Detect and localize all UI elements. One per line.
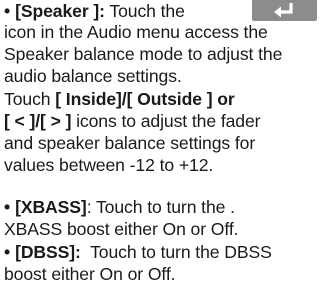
speaker-text-line-2: icon in the Audio menu access the <box>4 22 268 42</box>
fader-text: icons to adjust the fader <box>71 111 261 131</box>
dbss-label: [DBSS]: <box>15 242 81 262</box>
bullet: • <box>4 242 11 262</box>
fader-line-2: [ < ]/[ > ] icons to adjust the fader <box>4 110 261 132</box>
speaker-text-line-3: Speaker balance mode to adjust the <box>4 44 283 64</box>
dbss-item: • [DBSS]: Touch to turn the DBSS <box>4 241 272 263</box>
instruction-document: • [Speaker ]: Touch the icon in the Audio… <box>0 0 332 289</box>
inside-outside-buttons: [ Inside]/[ Outside ] or <box>55 89 235 109</box>
xbass-text: : Touch to turn the . <box>86 197 235 217</box>
bullet: • <box>4 1 11 21</box>
dbss-text: Touch to turn the DBSS <box>80 242 272 262</box>
fader-line-1: Touch [ Inside]/[ Outside ] or <box>4 88 235 110</box>
speaker-item: • [Speaker ]: Touch the <box>4 0 185 22</box>
return-arrow-icon <box>274 3 293 18</box>
enter-icon <box>252 0 317 21</box>
xbass-text-line-2: XBASS boost either On or Off. <box>4 219 239 239</box>
left-right-buttons: [ < ]/[ > ] <box>4 111 72 131</box>
fader-line-4: values between -12 to +12. <box>4 155 214 175</box>
xbass-label: [XBASS] <box>15 197 87 217</box>
speaker-lead-text: Touch the <box>104 1 185 21</box>
fader-line-3: and speaker balance settings for <box>4 133 256 153</box>
touch-prefix: Touch <box>4 89 56 109</box>
xbass-item: • [XBASS]: Touch to turn the . <box>4 196 235 218</box>
bullet: • <box>4 197 11 217</box>
speaker-label: [Speaker ]: <box>15 1 105 21</box>
dbss-text-line-2: boost either On or Off. <box>4 264 176 284</box>
speaker-text-line-4: audio balance settings. <box>4 66 182 86</box>
